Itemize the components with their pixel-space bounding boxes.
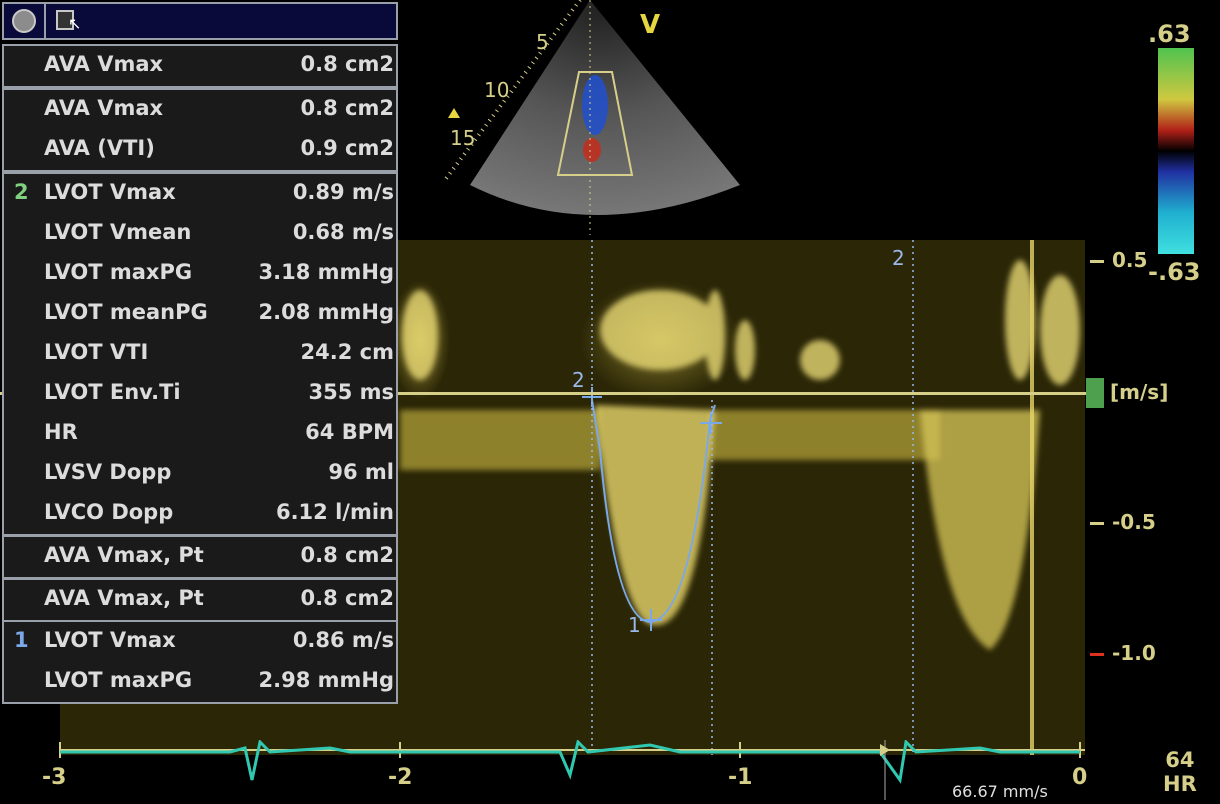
measurement-label: LVOT maxPG xyxy=(44,260,193,284)
measurement-label: LVOT meanPG xyxy=(44,300,208,324)
measurement-row[interactable]: LVSV Dopp 96 ml xyxy=(4,454,396,494)
measurement-row[interactable]: AVA (VTI) 0.9 cm2 xyxy=(4,130,396,170)
measurement-value: 0.8 cm2 xyxy=(300,52,394,76)
color-flow-blue xyxy=(582,75,608,135)
scale-tick-red xyxy=(1090,653,1104,656)
measurement-group: 2 LVOT Vmax 0.89 m/s LVOT Vmean 0.68 m/s LVOT… xyxy=(2,172,398,536)
measurement-value: 0.8 cm2 xyxy=(300,96,394,120)
measurement-row[interactable]: 2 LVOT Vmax 0.89 m/s xyxy=(4,174,396,214)
measurement-value: 3.18 mmHg xyxy=(258,260,395,284)
depth-mark-10: 10 xyxy=(484,78,510,102)
measurement-row[interactable]: LVOT maxPG 3.18 mmHg xyxy=(4,254,396,294)
measurement-value: 0.8 cm2 xyxy=(300,543,394,567)
baseline-marker-label: 2 xyxy=(572,368,585,392)
measurement-group: AVA Vmax, Pt 0.8 cm2 xyxy=(2,535,398,579)
measurement-group: AVA Vmax 0.8 cm2 xyxy=(2,44,398,88)
scale-tick xyxy=(1090,522,1104,525)
measurement-label: LVOT Vmean xyxy=(44,220,192,244)
sector-svg xyxy=(443,0,740,235)
peak-marker-label: 1 xyxy=(628,613,641,637)
scale-label-neg-0-5: -0.5 xyxy=(1112,510,1156,534)
measurement-label: AVA Vmax xyxy=(44,52,164,76)
top-marker-label: 2 xyxy=(892,246,905,270)
measurement-row[interactable]: AVA Vmax, Pt 0.8 cm2 xyxy=(4,537,396,577)
measurement-label: LVCO Dopp xyxy=(44,500,174,524)
measurement-index: 1 xyxy=(14,628,29,652)
ecg-trace xyxy=(60,738,1080,784)
measurement-value: 0.89 m/s xyxy=(292,180,394,204)
time-label-neg-2: -2 xyxy=(388,765,413,790)
depth-mark-15: 15 xyxy=(450,126,476,150)
scale-tick xyxy=(1090,260,1104,263)
measurement-row[interactable]: LVOT Vmean 0.68 m/s xyxy=(4,214,396,254)
measurement-label: HR xyxy=(44,420,78,444)
heart-rate-label: HR xyxy=(1163,772,1197,796)
time-label-neg-3: -3 xyxy=(42,765,67,790)
pointer-cursor-icon: ↖ xyxy=(68,14,82,33)
panel-toolbar: ↖ xyxy=(2,2,398,40)
measurement-label: AVA Vmax, Pt xyxy=(44,543,204,567)
positive-flow xyxy=(402,260,1080,385)
measurement-group: AVA Vmax 0.8 cm2 AVA (VTI) 0.9 cm2 xyxy=(2,88,398,172)
heart-rate-value: 64 xyxy=(1165,748,1195,772)
measurement-value: 0.8 cm2 xyxy=(300,586,394,610)
measurement-row[interactable]: LVCO Dopp 6.12 l/min xyxy=(4,494,396,534)
time-label-0: 0 xyxy=(1072,765,1088,790)
record-button-icon[interactable] xyxy=(12,9,36,33)
measurement-row[interactable]: 1 LVOT Vmax 0.86 m/s xyxy=(4,622,396,662)
measurement-label: LVOT Vmax xyxy=(44,180,176,204)
measurement-value: 0.86 m/s xyxy=(292,628,394,652)
measurement-value: 6.12 l/min xyxy=(275,500,394,524)
measurement-value: 2.98 mmHg xyxy=(258,668,395,692)
measurement-row[interactable]: LVOT VTI 24.2 cm xyxy=(4,334,396,374)
measurement-label: AVA Vmax xyxy=(44,96,164,120)
measurement-value: 0.9 cm2 xyxy=(300,136,394,160)
colorbar-top-label: .63 xyxy=(1148,20,1191,48)
measurement-label: LVOT VTI xyxy=(44,340,149,364)
view-label: V xyxy=(640,10,661,40)
color-flow-red xyxy=(583,138,601,162)
measurement-value: 2.08 mmHg xyxy=(258,300,395,324)
measurement-row[interactable]: LVOT meanPG 2.08 mmHg xyxy=(4,294,396,334)
measurement-row[interactable]: AVA Vmax 0.8 cm2 xyxy=(4,46,396,86)
measurement-value: 96 ml xyxy=(328,460,394,484)
time-label-neg-1: -1 xyxy=(728,765,753,790)
measurement-label: LVOT maxPG xyxy=(44,668,193,692)
heart-rate-display: 64 HR xyxy=(1163,748,1197,796)
measurement-value: 0.68 m/s xyxy=(292,220,394,244)
measurement-value: 24.2 cm xyxy=(300,340,394,364)
depth-mark-5: 5 xyxy=(536,30,549,54)
colorbar-bottom-label: -.63 xyxy=(1148,258,1201,286)
scale-label-neg-1-0: -1.0 xyxy=(1112,641,1156,665)
measurement-label: LVOT Env.Ti xyxy=(44,380,181,404)
scale-label-0-5: 0.5 xyxy=(1112,248,1148,272)
measurement-label: AVA Vmax, Pt xyxy=(44,586,204,610)
measurement-row[interactable]: LVOT Env.Ti 355 ms xyxy=(4,374,396,414)
toolbar-divider xyxy=(44,4,46,38)
measurement-panel: ↖ AVA Vmax 0.8 cm2 AVA Vmax 0.8 cm2 AVA (VTI… xyxy=(0,0,400,707)
measurement-index: 2 xyxy=(14,180,29,204)
measurement-label: AVA (VTI) xyxy=(44,136,155,160)
measurement-value: 355 ms xyxy=(308,380,394,404)
measurement-row[interactable]: AVA Vmax, Pt 0.8 cm2 xyxy=(4,580,396,620)
scale-unit-marker[interactable] xyxy=(1086,378,1104,408)
measurement-label: LVSV Dopp xyxy=(44,460,172,484)
sweep-speed: 66.67 mm/s xyxy=(952,782,1048,801)
measurement-row[interactable]: HR 64 BPM xyxy=(4,414,396,454)
focus-marker-icon[interactable] xyxy=(448,108,460,118)
negative-flow xyxy=(400,405,1040,650)
measurement-label: LVOT Vmax xyxy=(44,628,176,652)
color-map-bar xyxy=(1158,48,1194,254)
gate-bar xyxy=(1030,240,1034,755)
sector-image: 5 10 15 xyxy=(440,0,750,235)
measurement-group: 1 LVOT Vmax 0.86 m/s LVOT maxPG 2.98 mmHg xyxy=(2,620,398,704)
measurement-group: AVA Vmax, Pt 0.8 cm2 xyxy=(2,578,398,622)
measurement-row[interactable]: LVOT maxPG 2.98 mmHg xyxy=(4,662,396,702)
scale-unit-label: [m/s] xyxy=(1110,380,1169,404)
measurement-value: 64 BPM xyxy=(305,420,394,444)
measurement-row[interactable]: AVA Vmax 0.8 cm2 xyxy=(4,90,396,130)
